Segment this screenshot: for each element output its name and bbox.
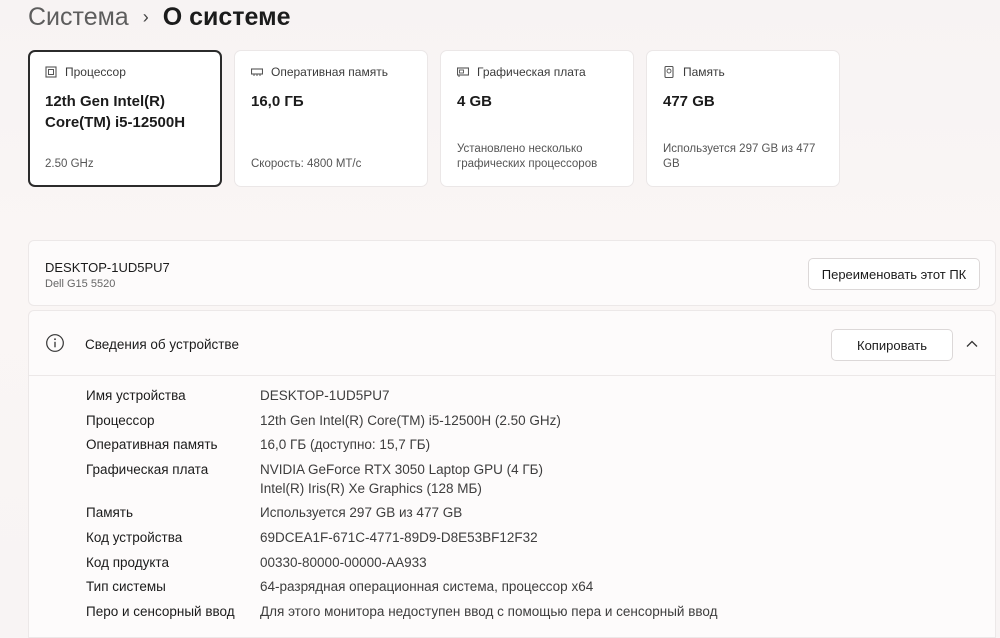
spec-key: Код продукта (86, 554, 169, 570)
specs-list: Имя устройства DESKTOP-1UD5PU7 Процессор 1… (86, 387, 718, 628)
card-gpu[interactable]: Графическая плата 4 GB Установлено неско… (440, 50, 634, 187)
spec-key: Память (86, 505, 134, 521)
spec-key: Перо и сенсорный ввод (86, 604, 235, 619)
page-title: О системе (162, 2, 291, 31)
spec-value: 69DCEA1F-671C-4771-89D9-D8E53BF12F32 (260, 529, 538, 545)
card-label: Процессор (65, 65, 126, 79)
info-icon (46, 334, 64, 352)
spec-value: Используется 297 GB из 477 GB (260, 505, 463, 521)
spec-key: Оперативная память (86, 437, 218, 453)
card-value: 16,0 ГБ (251, 93, 304, 110)
device-name: DESKTOP-1UD5PU7 (45, 260, 170, 275)
breadcrumb-parent-link[interactable]: Система (28, 3, 129, 32)
spec-row: Тип системы 64-разрядная операционная сис… (86, 578, 718, 597)
spec-value-secondary: Intel(R) Iris(R) Xe Graphics (128 МБ) (260, 480, 482, 496)
card-value: 4 GB (457, 93, 493, 110)
device-model: Dell G15 5520 (45, 278, 116, 290)
copy-button[interactable]: Копировать (831, 329, 953, 361)
spec-key: Код устройства (86, 529, 183, 545)
card-subtext: Установлено несколько графических процес… (457, 143, 598, 170)
device-name-panel: DESKTOP-1UD5PU7 Dell G15 5520 Переименов… (28, 240, 996, 306)
memory-icon (251, 68, 263, 76)
card-subtext: Скорость: 4800 МТ/с (251, 158, 362, 170)
spec-row: Память Используется 297 GB из 477 GB (86, 504, 718, 523)
summary-cards: Процессор 12th Gen Intel(R) Core(TM) i5-… (28, 50, 840, 187)
device-specs-title: Сведения об устройстве (85, 337, 239, 352)
storage-icon (664, 66, 674, 78)
gpu-icon (457, 67, 469, 77)
breadcrumb: Система › О системе (28, 2, 290, 32)
spec-value: 16,0 ГБ (доступно: 15,7 ГБ) (260, 437, 431, 453)
card-label: Графическая плата (477, 65, 586, 79)
spec-row: Графическая плата NVIDIA GeForce RTX 3050… (86, 461, 718, 498)
chevron-up-icon[interactable] (964, 336, 980, 352)
spec-row: Код устройства 69DCEA1F-671C-4771-89D9-D8… (86, 529, 718, 548)
card-subtext: 2.50 GHz (45, 158, 94, 170)
spec-key: Имя устройства (86, 388, 186, 403)
device-specs-header[interactable]: Сведения об устройстве Копировать (29, 311, 995, 376)
rename-pc-button[interactable]: Переименовать этот ПК (808, 258, 980, 290)
breadcrumb-separator: › (142, 6, 149, 27)
spec-row: Имя устройства DESKTOP-1UD5PU7 (86, 387, 718, 406)
spec-key: Графическая плата (86, 462, 209, 478)
card-storage[interactable]: Память 477 GB Используется 297 GB из 477… (646, 50, 840, 187)
spec-value: NVIDIA GeForce RTX 3050 Laptop GPU (4 ГБ… (260, 462, 544, 478)
spec-value: 00330-80000-00000-AA933 (260, 554, 427, 570)
card-processor[interactable]: Процессор 12th Gen Intel(R) Core(TM) i5-… (28, 50, 222, 187)
card-label: Память (683, 65, 725, 79)
spec-row: Код продукта 00330-80000-00000-AA933 (86, 554, 718, 573)
spec-value: Для этого монитора недоступен ввод с пом… (260, 604, 718, 619)
card-subtext: Используется 297 GB из 477 GB (663, 143, 816, 170)
processor-icon (45, 66, 57, 78)
device-specs-panel: Сведения об устройстве Копировать Имя ус… (28, 310, 996, 638)
spec-row: Перо и сенсорный ввод Для этого монитора … (86, 603, 718, 622)
card-value: 12th Gen Intel(R) Core(TM) i5-12500H (45, 93, 186, 131)
spec-value: 64-разрядная операционная система, проце… (260, 579, 594, 595)
spec-row: Оперативная память 16,0 ГБ (доступно: 15,… (86, 436, 718, 455)
spec-row: Процессор 12th Gen Intel(R) Core(TM) i5-1… (86, 412, 718, 431)
card-label: Оперативная память (271, 65, 388, 79)
spec-value: DESKTOP-1UD5PU7 (260, 388, 390, 403)
card-memory[interactable]: Оперативная память 16,0 ГБ Скорость: 480… (234, 50, 428, 187)
card-value: 477 GB (663, 93, 715, 110)
spec-value: 12th Gen Intel(R) Core(TM) i5-12500H (2.… (260, 412, 561, 428)
spec-key: Процессор (86, 412, 155, 428)
spec-key: Тип системы (86, 579, 166, 595)
